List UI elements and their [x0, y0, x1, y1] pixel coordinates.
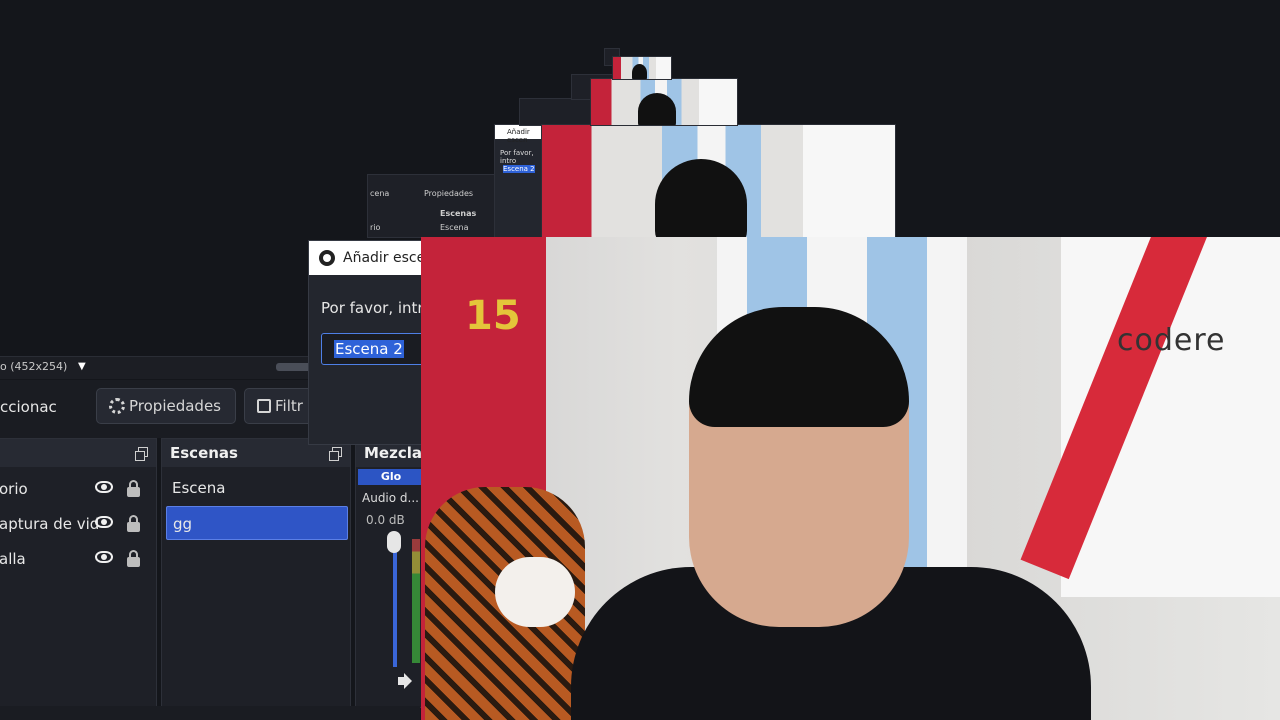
dialog-prompt: Por favor, intro: [321, 299, 422, 317]
scenes-title: Escenas: [170, 444, 238, 462]
person-silhouette: [631, 63, 647, 79]
mixer-channel-name: Audio d...: [362, 491, 419, 505]
preview-recursion-2: [590, 78, 738, 126]
add-scene-dialog: Añadir escen Por favor, intro Escena 2: [308, 240, 422, 445]
filter-icon: [257, 399, 271, 413]
source-item[interactable]: alla: [0, 545, 154, 573]
source-item-label: aptura de vid: [0, 515, 100, 533]
eye-icon[interactable]: [95, 551, 113, 563]
lock-icon[interactable]: [127, 480, 140, 497]
tiger-plush: [425, 487, 585, 720]
source-item-label: orio: [0, 480, 28, 498]
ghost-dialog-fragment: Añadir escen Por favor, intro Escena 2: [494, 124, 544, 238]
obs-logo-icon: [319, 250, 335, 266]
volume-fader-track[interactable]: [393, 537, 397, 667]
audio-mixer-panel: Mezclac Glo Audio d... 0.0 dB: [355, 438, 425, 708]
volume-fader-handle[interactable]: [387, 531, 401, 553]
chevron-down-icon[interactable]: ▼: [78, 361, 86, 372]
undock-icon[interactable]: [135, 447, 148, 461]
eye-icon[interactable]: [95, 516, 113, 528]
ghost-text: Propiedades: [424, 189, 474, 198]
sources-panel-header: [0, 439, 156, 467]
dialog-title: Añadir escen: [343, 250, 421, 266]
ghost-obs-fragment: [519, 98, 593, 126]
canvas-resolution: o (452x254): [0, 360, 68, 373]
ghost-text: rio: [370, 223, 381, 232]
mixer-tab-global[interactable]: Glo: [358, 469, 424, 485]
mixer-title: Mezclac: [364, 444, 425, 462]
scene-name-value: Escena 2: [334, 340, 404, 358]
volume-meter: [412, 539, 420, 663]
scene-name-input[interactable]: Escena 2: [321, 333, 421, 365]
preview-recursion-3: [612, 56, 672, 80]
ghost-text: Escena: [440, 223, 469, 232]
tiger-face: [495, 557, 575, 627]
person-silhouette: [637, 92, 676, 125]
source-item[interactable]: orio: [0, 475, 154, 503]
jersey-number: 15: [465, 293, 521, 339]
webcam-preview: 15 codere: [421, 237, 1280, 720]
dialog-titlebar: Añadir escen: [309, 241, 421, 275]
mixer-level: 0.0 dB: [366, 513, 405, 527]
preview-recursion-1: [541, 124, 896, 239]
ghost-text: Escenas: [440, 209, 477, 218]
scene-item[interactable]: Escena: [166, 471, 348, 505]
person-silhouette: [654, 158, 747, 238]
properties-label: Propiedades: [129, 397, 221, 415]
scene-item-selected[interactable]: gg: [166, 506, 348, 540]
ghost-text: Añadir escen: [507, 128, 530, 144]
sponsor-logo: codere: [1117, 323, 1226, 358]
panel-controls-strip: [0, 706, 420, 720]
filters-label: Filtr: [275, 397, 303, 415]
speaker-icon[interactable]: [398, 673, 412, 689]
undock-icon[interactable]: [329, 447, 342, 461]
properties-button[interactable]: Propiedades: [96, 388, 236, 424]
sources-panel: orio aptura de vid alla: [0, 438, 157, 708]
lock-icon[interactable]: [127, 550, 140, 567]
scenes-panel: Escenas Escena gg: [161, 438, 351, 708]
selection-label: ccionac: [0, 398, 57, 416]
eye-icon[interactable]: [95, 481, 113, 493]
lock-icon[interactable]: [127, 515, 140, 532]
ghost-text: cena: [370, 189, 390, 198]
ghost-text: Escena 2: [503, 165, 535, 173]
source-item-label: alla: [0, 550, 26, 568]
gear-icon: [109, 398, 125, 414]
ghost-text: Por favor, intro: [500, 149, 534, 165]
river-plate-jersey: codere: [1020, 237, 1280, 597]
source-item[interactable]: aptura de vid: [0, 510, 154, 538]
scrollbar-thumb[interactable]: [276, 363, 312, 371]
